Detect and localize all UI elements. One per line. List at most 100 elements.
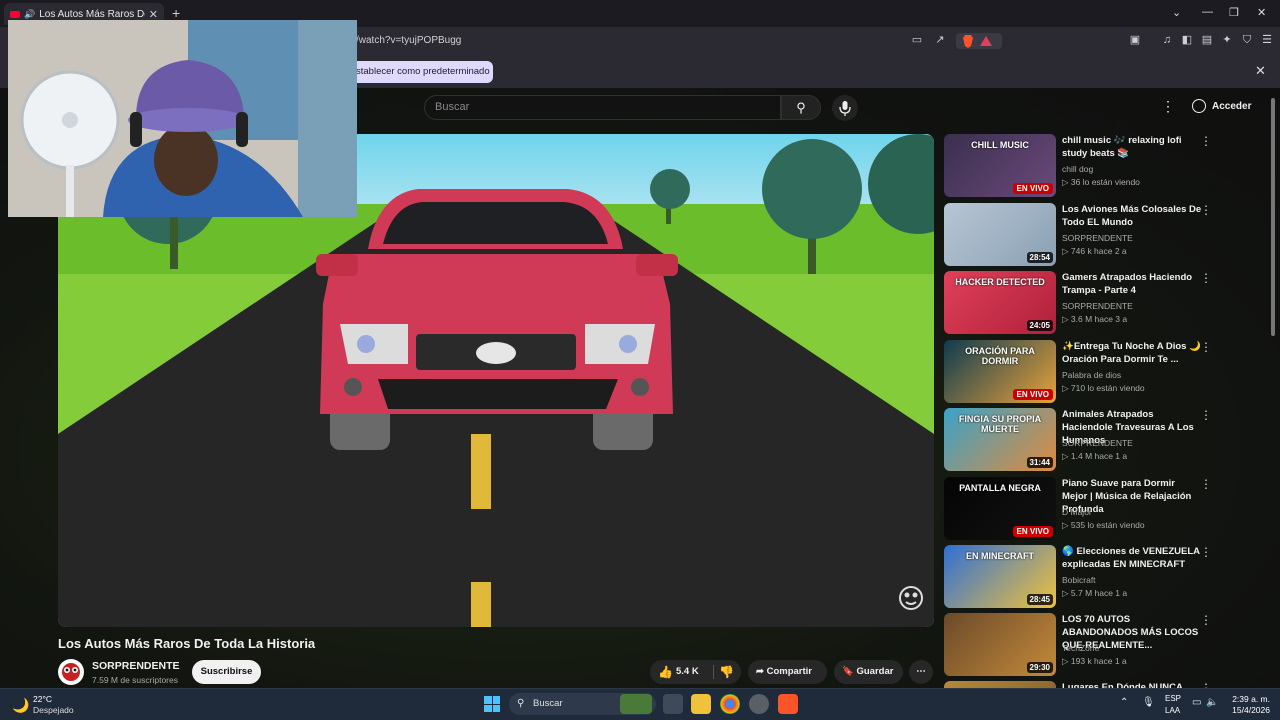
set-default-button[interactable]: stablecer como predeterminado (352, 61, 493, 83)
wallet-icon[interactable]: ▤ (1200, 33, 1214, 47)
recommendation-channel[interactable]: SORPRENDENTE (1062, 438, 1133, 448)
weather-description[interactable]: Despejado (33, 705, 74, 715)
maximize-button[interactable]: ❐ (1229, 6, 1239, 19)
minimize-button[interactable]: — (1202, 6, 1213, 18)
reader-icon[interactable]: ▣ (1128, 33, 1142, 47)
recommendation-item[interactable]: HACKER DETECTED 24:05 Gamers Atrapados Hac… (944, 271, 1244, 335)
more-options-icon[interactable]: ⋮ (1200, 477, 1212, 491)
video-thumbnail[interactable]: 29:30 (944, 613, 1056, 676)
menu-icon[interactable]: ☰ (1260, 33, 1274, 47)
recommendation-item[interactable]: FINGIA SU PROPIA MUERTE 31:44 Animales Atr… (944, 408, 1244, 472)
new-tab-button[interactable]: + (172, 5, 180, 21)
more-options-icon[interactable]: ⋮ (1200, 681, 1212, 688)
video-thumbnail[interactable]: CHILL MUSIC EN VIVO (944, 134, 1056, 197)
recommendation-item[interactable]: ORACIÓN PARA DORMIR EN VIVO ✨Entrega Tu No… (944, 340, 1244, 404)
temperature[interactable]: 22°C (33, 694, 52, 704)
recommendation-title[interactable]: Gamers Atrapados Haciendo Trampa - Parte… (1062, 271, 1202, 297)
like-count[interactable]: 5.4 K (676, 660, 699, 684)
task-view-icon[interactable] (663, 694, 683, 714)
video-thumbnail[interactable]: PANTALLA NEGRA EN VIVO (944, 477, 1056, 540)
close-infobar-icon[interactable]: ✕ (1255, 63, 1266, 79)
clock-date[interactable]: 15/4/2026 (1220, 705, 1270, 715)
video-thumbnail[interactable] (944, 681, 1056, 688)
recommendation-channel[interactable]: SORPRENDENTE (1062, 233, 1133, 243)
recommendation-meta: ▷ 3.6 M hace 3 a (1062, 314, 1128, 324)
sidebar-icon[interactable]: ◧ (1180, 33, 1194, 47)
volume-icon[interactable]: 🔈 (1206, 697, 1218, 708)
sign-in-label: Acceder (1212, 100, 1252, 112)
tab-list-icon[interactable]: ⌄ (1172, 6, 1181, 19)
recommendation-meta: ▷ 36 lo están viendo (1062, 177, 1140, 187)
start-button[interactable] (484, 696, 500, 712)
recommendation-channel[interactable]: chill dog (1062, 164, 1093, 174)
chrome-icon[interactable] (720, 694, 740, 714)
file-explorer-icon[interactable] (691, 694, 711, 714)
network-icon[interactable]: ▭ (1192, 697, 1201, 708)
brave-shields-button[interactable] (956, 33, 1002, 49)
recommendation-channel[interactable]: SORPRENDENTE (1062, 301, 1133, 311)
share-page-icon[interactable]: ↗ (933, 33, 947, 47)
more-options-icon[interactable]: ⋮ (1200, 271, 1212, 285)
more-options-icon[interactable]: ⋮ (1200, 545, 1212, 559)
more-actions-button[interactable]: ⋯ (909, 660, 933, 684)
live-badge: EN VIVO (1012, 526, 1053, 537)
video-thumbnail[interactable]: FINGIA SU PROPIA MUERTE 31:44 (944, 408, 1056, 471)
recommendation-title[interactable]: chill music 🎶 relaxing lofi study beats … (1062, 134, 1202, 160)
recommendation-channel[interactable]: Bobicraft (1062, 575, 1096, 585)
like-icon[interactable]: 👍 (658, 660, 673, 684)
more-options-icon[interactable]: ⋮ (1200, 203, 1212, 217)
share-label: Compartir (766, 666, 813, 677)
video-thumbnail[interactable]: ORACIÓN PARA DORMIR EN VIVO (944, 340, 1056, 403)
more-options-icon[interactable]: ⋮ (1200, 613, 1212, 627)
recommendation-item[interactable]: PANTALLA NEGRA EN VIVO Piano Suave para Do… (944, 477, 1244, 541)
recommendation-title[interactable]: ✨Entrega Tu Noche A Dios 🌙 Oración Para … (1062, 340, 1202, 366)
close-tab-icon[interactable]: ✕ (149, 8, 158, 21)
cast-icon[interactable]: ▭ (910, 33, 924, 47)
moon-weather-icon[interactable]: 🌙 (12, 697, 29, 714)
recommendation-channel[interactable]: Palabra de dios (1062, 370, 1121, 380)
search-input[interactable]: Buscar (424, 95, 781, 120)
recommendation-item[interactable]: CHILL MUSIC EN VIVO chill music 🎶 relaxing… (944, 134, 1244, 198)
more-options-icon[interactable]: ⋮ (1200, 340, 1212, 354)
recommendation-title[interactable]: 🌎 Elecciones de VENEZUELA explicadas EN … (1062, 545, 1202, 571)
settings-menu-icon[interactable]: ⋮ (1161, 98, 1175, 115)
recommendation-channel[interactable]: D Major (1062, 507, 1092, 517)
more-options-icon[interactable]: ⋮ (1200, 134, 1212, 148)
voice-search-button[interactable] (832, 95, 858, 121)
speaker-icon[interactable]: 🔊 (24, 9, 35, 20)
language-indicator[interactable]: ESP (1165, 694, 1181, 703)
recommendation-item[interactable]: 28:54 Los Aviones Más Colosales De Todo E… (944, 203, 1244, 267)
leo-ai-icon[interactable]: ✦ (1220, 33, 1234, 47)
recommendation-item[interactable]: Lugares En Dónde NUNCA ⋮ (944, 681, 1244, 688)
url-field[interactable]: /watch?v=tyujPOPBugg (356, 35, 461, 46)
share-button[interactable]: ➦ Compartir (748, 660, 827, 684)
scrollbar[interactable] (1271, 98, 1275, 336)
tray-expand-icon[interactable]: ⌃ (1120, 697, 1128, 708)
recommendation-item[interactable]: EN MINECRAFT 28:45 🌎 Elecciones de VENEZUE… (944, 545, 1244, 609)
recommendation-title[interactable]: Lugares En Dónde NUNCA (1062, 681, 1202, 688)
video-thumbnail[interactable]: HACKER DETECTED 24:05 (944, 271, 1056, 334)
channel-name[interactable]: SORPRENDENTE (92, 660, 180, 672)
save-button[interactable]: 🔖 Guardar (834, 660, 903, 684)
close-window-button[interactable]: ✕ (1257, 6, 1266, 19)
dislike-icon[interactable]: 👎 (719, 660, 734, 684)
recommendation-channel[interactable]: TechZone (1062, 643, 1099, 653)
search-button[interactable]: ⚲ (781, 95, 821, 120)
brave-browser-icon[interactable] (778, 694, 798, 714)
keyboard-layout[interactable]: LAA (1165, 706, 1180, 715)
media-icon[interactable]: ♫ (1160, 33, 1174, 47)
sign-in-button[interactable]: Acceder (1192, 99, 1251, 113)
video-thumbnail[interactable]: EN MINECRAFT 28:45 (944, 545, 1056, 608)
recommendation-item[interactable]: 29:30 LOS 70 AUTOS ABANDONADOS MÁS LOCOS … (944, 613, 1244, 677)
recommendation-title[interactable]: Los Aviones Más Colosales De Todo EL Mun… (1062, 203, 1202, 229)
subscriber-count: 7.59 M de suscriptores (92, 675, 178, 685)
microphone-tray-icon[interactable]: 🎙 (1142, 697, 1155, 708)
video-thumbnail[interactable]: 28:54 (944, 203, 1056, 266)
channel-watermark-icon[interactable] (898, 585, 924, 611)
obs-icon[interactable] (749, 694, 769, 714)
more-options-icon[interactable]: ⋮ (1200, 408, 1212, 422)
subscribe-button[interactable]: Suscribirse (192, 660, 261, 684)
vpn-icon[interactable]: ⛉ (1240, 33, 1254, 47)
channel-avatar[interactable] (58, 659, 84, 685)
clock-time[interactable]: 2:39 a. m. (1228, 694, 1270, 704)
